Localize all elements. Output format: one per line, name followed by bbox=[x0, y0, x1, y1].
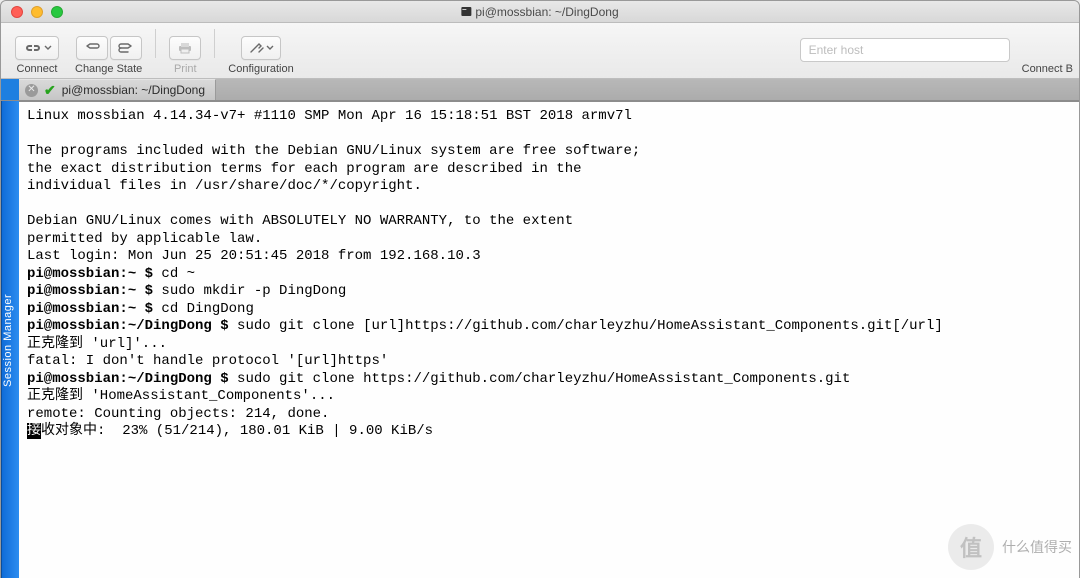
toolbar-separator bbox=[214, 29, 215, 58]
print-button[interactable] bbox=[169, 36, 201, 60]
print-label: Print bbox=[174, 63, 197, 75]
client-area: Session Manager Linux mossbian 4.14.34-v… bbox=[1, 101, 1079, 578]
terminal-line: individual files in /usr/share/doc/*/cop… bbox=[27, 178, 1071, 196]
terminal-line: permitted by applicable law. bbox=[27, 231, 1071, 249]
window-title-text: pi@mossbian: ~/DingDong bbox=[475, 5, 618, 19]
session-manager-handle-top[interactable] bbox=[1, 79, 19, 100]
chevron-down-icon bbox=[44, 41, 52, 55]
connect-bar-label: Connect B bbox=[1022, 63, 1073, 75]
zoom-window-button[interactable] bbox=[51, 6, 63, 18]
watermark: 值 什么值得买 bbox=[948, 524, 1072, 570]
connect-button[interactable] bbox=[15, 36, 59, 60]
change-state-next-button[interactable] bbox=[110, 36, 142, 60]
close-window-button[interactable] bbox=[11, 6, 23, 18]
configuration-label: Configuration bbox=[228, 63, 293, 75]
tab-active[interactable]: ✕ ✔ pi@mossbian: ~/DingDong bbox=[19, 79, 216, 100]
terminal-line: pi@mossbian:~ $ sudo mkdir -p DingDong bbox=[27, 283, 1071, 301]
terminal-line: fatal: I don't handle protocol '[url]htt… bbox=[27, 353, 1071, 371]
watermark-badge-icon: 值 bbox=[948, 524, 994, 570]
terminal-line: 接收对象中: 23% (51/214), 180.01 KiB | 9.00 K… bbox=[27, 423, 1071, 441]
toolbar-group-change-state: Change State bbox=[67, 23, 150, 78]
status-connected-icon: ✔ bbox=[44, 82, 56, 99]
terminal-line: pi@mossbian:~/DingDong $ sudo git clone … bbox=[27, 371, 1071, 389]
watermark-text: 什么值得买 bbox=[1002, 537, 1072, 557]
terminal-line: the exact distribution terms for each pr… bbox=[27, 161, 1071, 179]
terminal-line: pi@mossbian:~ $ cd DingDong bbox=[27, 301, 1071, 319]
terminal-line: 正克隆到 'HomeAssistant_Components'... bbox=[27, 388, 1071, 406]
titlebar: pi@mossbian: ~/DingDong bbox=[1, 1, 1079, 23]
terminal-line: pi@mossbian:~/DingDong $ sudo git clone … bbox=[27, 318, 1071, 336]
host-input[interactable] bbox=[800, 38, 1010, 62]
minimize-window-button[interactable] bbox=[31, 6, 43, 18]
connect-label: Connect bbox=[17, 63, 58, 75]
tools-icon bbox=[248, 41, 266, 55]
terminal-line: pi@mossbian:~ $ cd ~ bbox=[27, 266, 1071, 284]
change-state-prev-button[interactable] bbox=[76, 36, 108, 60]
chain-link-icon bbox=[22, 41, 44, 55]
session-manager-label: Session Manager bbox=[2, 293, 14, 386]
loop-left-icon bbox=[83, 41, 101, 55]
toolbar-group-connect-bar: Connect B bbox=[1014, 23, 1073, 78]
change-state-label: Change State bbox=[75, 63, 142, 75]
terminal-line: Linux mossbian 4.14.34-v7+ #1110 SMP Mon… bbox=[27, 108, 1071, 126]
loop-right-icon bbox=[117, 41, 135, 55]
terminal-line: remote: Counting objects: 214, done. bbox=[27, 406, 1071, 424]
tab-close-button[interactable]: ✕ bbox=[25, 84, 38, 97]
toolbar-separator bbox=[155, 29, 156, 58]
terminal-output[interactable]: Linux mossbian 4.14.34-v7+ #1110 SMP Mon… bbox=[19, 101, 1079, 578]
toolbar-group-connect: Connect bbox=[7, 23, 67, 78]
terminal-line: Last login: Mon Jun 25 20:51:45 2018 fro… bbox=[27, 248, 1071, 266]
terminal-line bbox=[27, 126, 1071, 144]
terminal-icon bbox=[461, 7, 471, 16]
window-title: pi@mossbian: ~/DingDong bbox=[461, 5, 618, 19]
tab-title: pi@mossbian: ~/DingDong bbox=[62, 83, 205, 97]
printer-icon bbox=[176, 41, 194, 55]
chevron-down-icon bbox=[266, 41, 274, 55]
window-controls bbox=[1, 6, 63, 18]
terminal-line: The programs included with the Debian GN… bbox=[27, 143, 1071, 161]
terminal-line: 正克隆到 'url]'... bbox=[27, 336, 1071, 354]
terminal-line bbox=[27, 196, 1071, 214]
toolbar-group-host bbox=[796, 23, 1014, 78]
tab-bar: ✕ ✔ pi@mossbian: ~/DingDong bbox=[1, 79, 1079, 101]
terminal-line: Debian GNU/Linux comes with ABSOLUTELY N… bbox=[27, 213, 1071, 231]
toolbar: Connect Change State bbox=[1, 23, 1079, 79]
toolbar-group-configuration: Configuration bbox=[220, 23, 301, 78]
configuration-button[interactable] bbox=[241, 36, 281, 60]
toolbar-group-print: Print bbox=[161, 23, 209, 78]
session-manager-sidebar[interactable]: Session Manager bbox=[1, 101, 19, 578]
